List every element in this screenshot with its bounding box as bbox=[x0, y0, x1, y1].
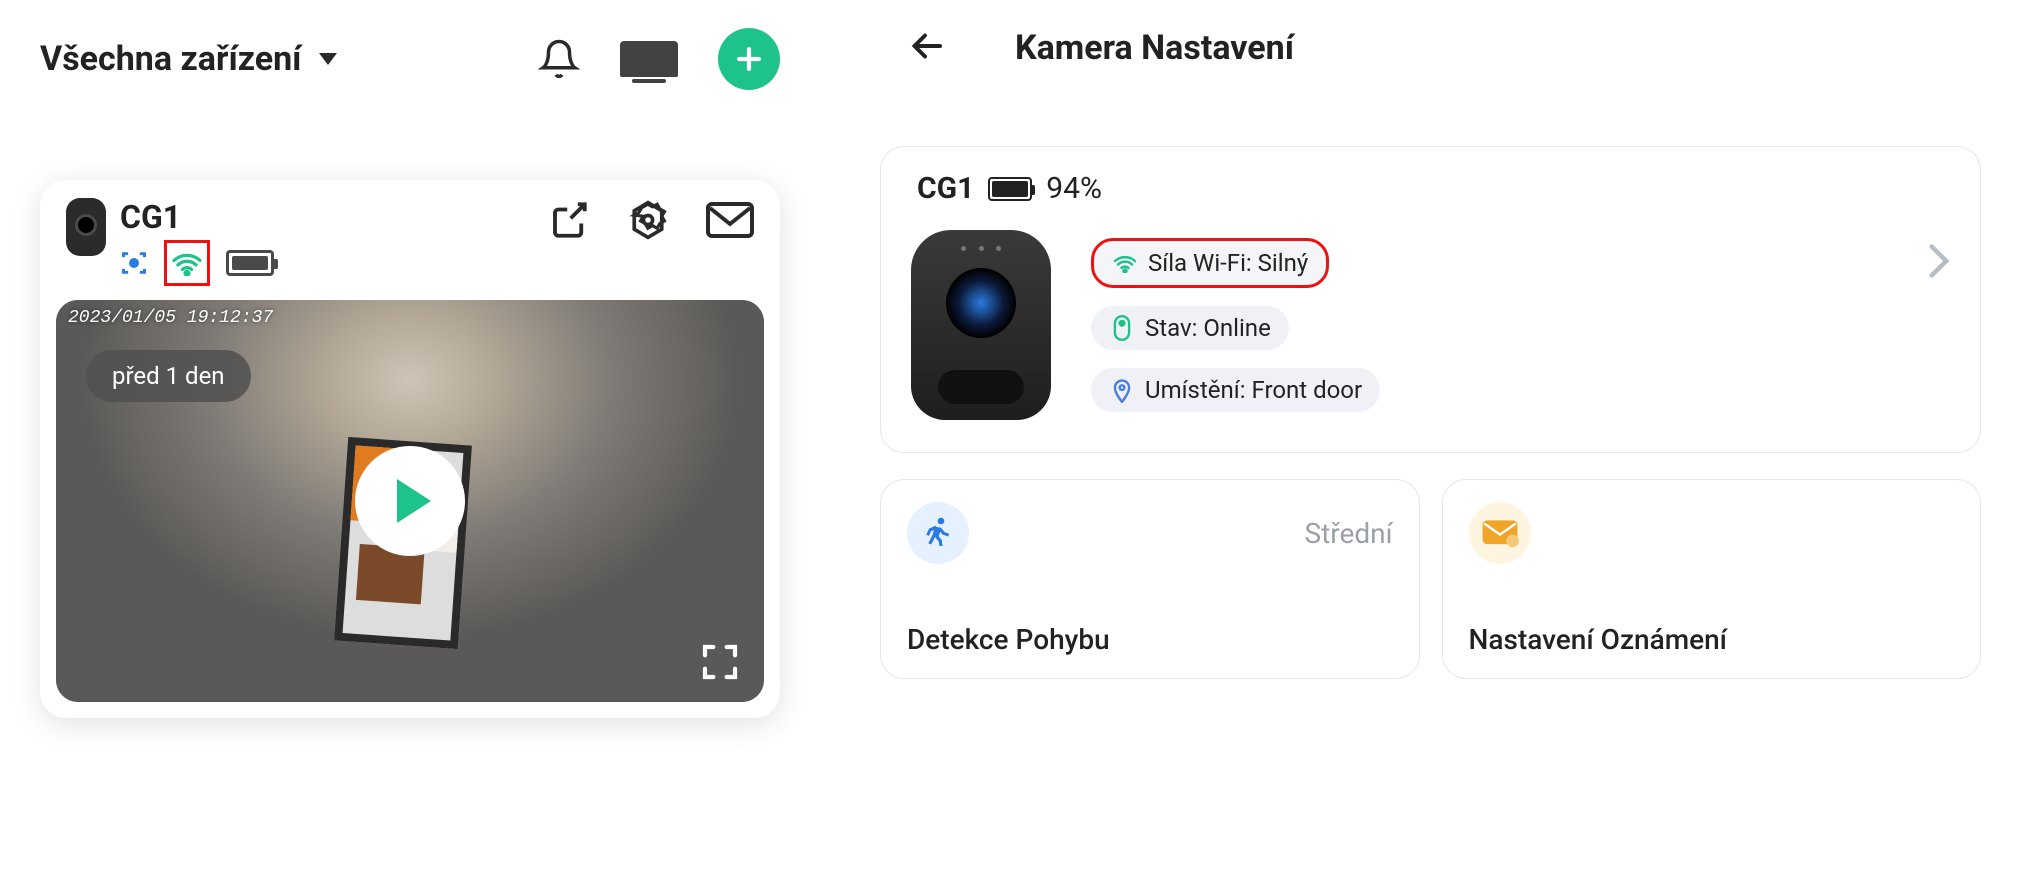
focus-icon bbox=[120, 249, 148, 277]
chevron-right-icon bbox=[1928, 243, 1950, 279]
external-link-icon bbox=[548, 199, 590, 241]
camera-icon bbox=[66, 198, 106, 256]
wifi-status-chip[interactable]: Síla Wi-Fi: Silný bbox=[1091, 238, 1329, 288]
bell-icon bbox=[538, 36, 580, 82]
notifications-button[interactable] bbox=[538, 36, 580, 82]
wifi-strength-highlighted bbox=[164, 240, 210, 286]
device-card: CG1 bbox=[40, 180, 780, 718]
play-button[interactable] bbox=[355, 446, 465, 556]
plus-icon bbox=[732, 42, 766, 76]
messages-button[interactable] bbox=[706, 201, 754, 239]
fullscreen-icon bbox=[700, 642, 740, 682]
motion-detection-tile[interactable]: Střední Detekce Pohybu bbox=[880, 479, 1420, 679]
live-preview[interactable]: 2023/01/05 19:12:37 před 1 den bbox=[56, 300, 764, 702]
notification-label: Nastavení Oznámení bbox=[1469, 623, 1955, 656]
battery-percent: 94% bbox=[1046, 171, 1102, 206]
back-button[interactable] bbox=[906, 28, 950, 68]
motion-status: Střední bbox=[1304, 517, 1392, 550]
motion-icon bbox=[907, 502, 969, 564]
devices-dropdown[interactable]: Všechna zařízení bbox=[40, 39, 337, 79]
status-icon bbox=[1109, 315, 1135, 341]
chevron-down-icon bbox=[319, 53, 337, 65]
add-device-button[interactable] bbox=[718, 28, 780, 90]
device-info-name: CG1 bbox=[917, 171, 974, 206]
page-title: Kamera Nastavení bbox=[1015, 28, 1294, 68]
last-seen-badge: před 1 den bbox=[86, 350, 251, 402]
device-more-button[interactable] bbox=[1928, 243, 1950, 283]
fullscreen-button[interactable] bbox=[700, 642, 740, 682]
mail-icon bbox=[706, 201, 754, 239]
wifi-status-text: Síla Wi-Fi: Silný bbox=[1148, 249, 1308, 277]
play-icon bbox=[397, 479, 431, 523]
settings-button[interactable] bbox=[626, 198, 670, 242]
settings-icon bbox=[626, 198, 670, 242]
display-button[interactable] bbox=[620, 41, 678, 77]
arrow-left-icon bbox=[906, 28, 950, 64]
wifi-icon bbox=[1112, 253, 1138, 273]
location-text: Umístění: Front door bbox=[1145, 376, 1362, 404]
online-status-text: Stav: Online bbox=[1145, 314, 1271, 342]
battery-icon bbox=[988, 177, 1032, 201]
location-icon bbox=[1109, 377, 1135, 403]
device-info-card: CG1 94% Síla Wi-Fi: Silný bbox=[880, 146, 1981, 453]
battery-icon bbox=[226, 250, 274, 276]
notification-settings-tile[interactable]: Nastavení Oznámení bbox=[1442, 479, 1982, 679]
preview-timestamp: 2023/01/05 19:12:37 bbox=[68, 308, 273, 328]
wifi-icon bbox=[171, 250, 203, 276]
device-name: CG1 bbox=[120, 198, 274, 236]
online-status-chip: Stav: Online bbox=[1091, 306, 1289, 350]
location-chip: Umístění: Front door bbox=[1091, 368, 1380, 412]
motion-label: Detekce Pohybu bbox=[907, 623, 1393, 656]
notification-icon bbox=[1469, 502, 1531, 564]
share-button[interactable] bbox=[548, 199, 590, 241]
devices-dropdown-label: Všechna zařízení bbox=[40, 39, 301, 79]
camera-image bbox=[911, 230, 1051, 420]
